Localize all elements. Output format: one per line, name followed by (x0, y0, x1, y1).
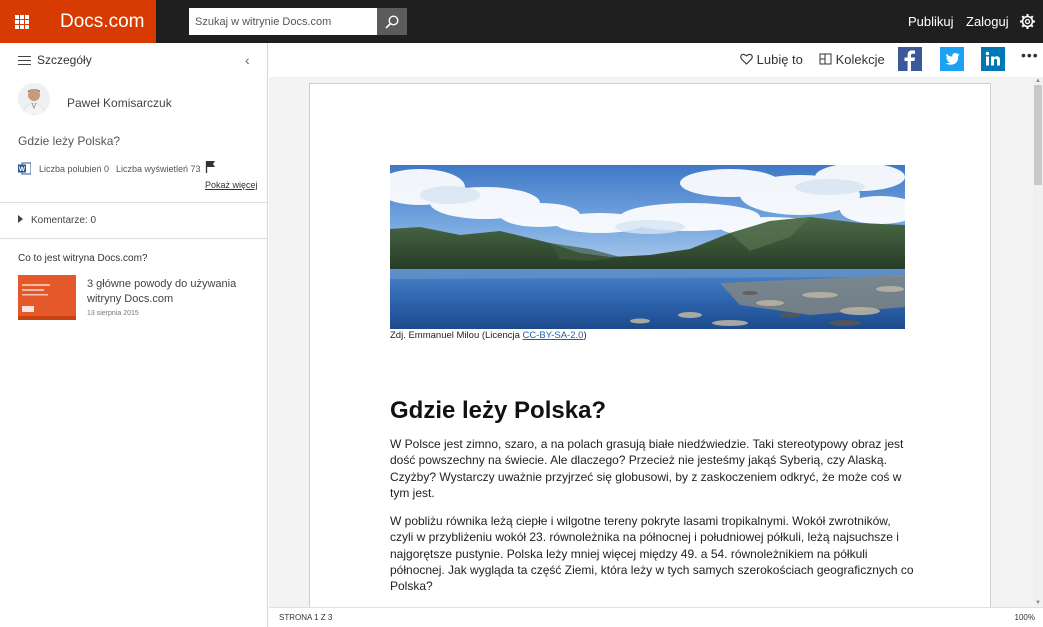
status-bar: STRONA 1 Z 3 100% (269, 607, 1043, 627)
caption-prefix: Zdj. Emmanuel Milou (Licencja (390, 330, 523, 341)
flag-icon[interactable] (205, 160, 216, 173)
comments-toggle[interactable]: Komentarze: 0 (18, 215, 96, 226)
login-link[interactable]: Zaloguj (966, 0, 1009, 43)
document-page: Zdj. Emmanuel Milou (Licencja CC-BY-SA-2… (309, 83, 991, 607)
search-icon (385, 14, 399, 29)
divider (0, 202, 267, 203)
like-button[interactable]: Lubię to (740, 52, 803, 67)
document-stats: W Liczba polubień 0 Liczba wyświetleń 73 (18, 160, 258, 176)
more-options-button[interactable]: ••• (1021, 47, 1039, 63)
collections-label: Kolekcje (835, 52, 885, 67)
document-title: Gdzie leży Polska? (18, 134, 121, 148)
like-label: Lubię to (756, 52, 803, 67)
waffle-icon (14, 14, 29, 29)
views-count: Liczba wyświetleń 73 (116, 164, 201, 174)
fjord-landscape-image (390, 165, 905, 329)
collection-icon (819, 53, 832, 65)
promo-title[interactable]: 3 główne powody do używania witryny Docs… (87, 277, 252, 307)
author-name[interactable]: Paweł Komisarczuk (67, 96, 172, 110)
twitter-share-button[interactable] (940, 47, 964, 71)
document-viewer[interactable]: Zdj. Emmanuel Milou (Licencja CC-BY-SA-2… (269, 77, 1033, 607)
facebook-share-button[interactable] (898, 47, 922, 71)
caption-suffix: ) (583, 330, 587, 341)
promo-thumbnail[interactable] (18, 275, 76, 320)
menu-icon[interactable] (18, 56, 31, 65)
likes-count: Liczba polubień 0 (39, 164, 110, 174)
image-caption: Zdj. Emmanuel Milou (Licencja CC-BY-SA-2… (390, 330, 587, 341)
what-is-heading: Co to jest witryna Docs.com? (18, 253, 148, 264)
divider (0, 238, 267, 239)
search-button[interactable] (377, 8, 407, 35)
app-launcher-button[interactable] (0, 0, 43, 43)
facebook-icon (904, 50, 915, 71)
page-indicator: STRONA 1 Z 3 (279, 613, 333, 622)
collections-button[interactable]: Kolekcje (819, 52, 885, 67)
sidebar-header: Szczegóły ‹ (0, 43, 268, 76)
search-input[interactable] (189, 8, 378, 35)
twitter-icon (945, 53, 960, 65)
word-icon: W (18, 162, 31, 175)
avatar[interactable] (18, 83, 50, 115)
comments-label: Komentarze: 0 (31, 215, 97, 226)
linkedin-share-button[interactable] (981, 47, 1005, 71)
gear-icon[interactable] (1019, 13, 1036, 30)
document-heading: Gdzie leży Polska? (390, 397, 607, 424)
license-link[interactable]: CC-BY-SA-2.0 (523, 330, 584, 341)
details-sidebar: Szczegóły ‹ Paweł Komisarczuk Gdzie leży… (0, 43, 268, 627)
vertical-scrollbar[interactable]: ▲ ▼ (1033, 77, 1043, 607)
sidebar-title: Szczegóły (37, 53, 92, 67)
publish-link[interactable]: Publikuj (908, 0, 954, 43)
triangle-right-icon (18, 215, 23, 223)
linkedin-icon (985, 51, 1000, 66)
scroll-up-icon[interactable]: ▲ (1033, 77, 1043, 85)
scrollbar-thumb[interactable] (1034, 85, 1042, 185)
chevron-left-icon[interactable]: ‹ (245, 52, 250, 68)
show-more-link[interactable]: Pokaż więcej (205, 180, 258, 190)
promo-date: 13 sierpnia 2015 (87, 310, 139, 317)
scroll-down-icon[interactable]: ▼ (1033, 599, 1043, 607)
brand-logo[interactable]: Docs.com (43, 0, 156, 43)
paragraph: W pobliżu równika leżą ciepłe i wilgotne… (390, 514, 914, 594)
search-box (189, 8, 407, 35)
heart-icon (740, 53, 753, 65)
svg-text:W: W (19, 166, 26, 173)
zoom-level[interactable]: 100% (1015, 613, 1035, 622)
paragraph: W Polsce jest zimno, szaro, a na polach … (390, 437, 904, 500)
top-bar: Docs.com Publikuj Zaloguj (0, 0, 1043, 43)
